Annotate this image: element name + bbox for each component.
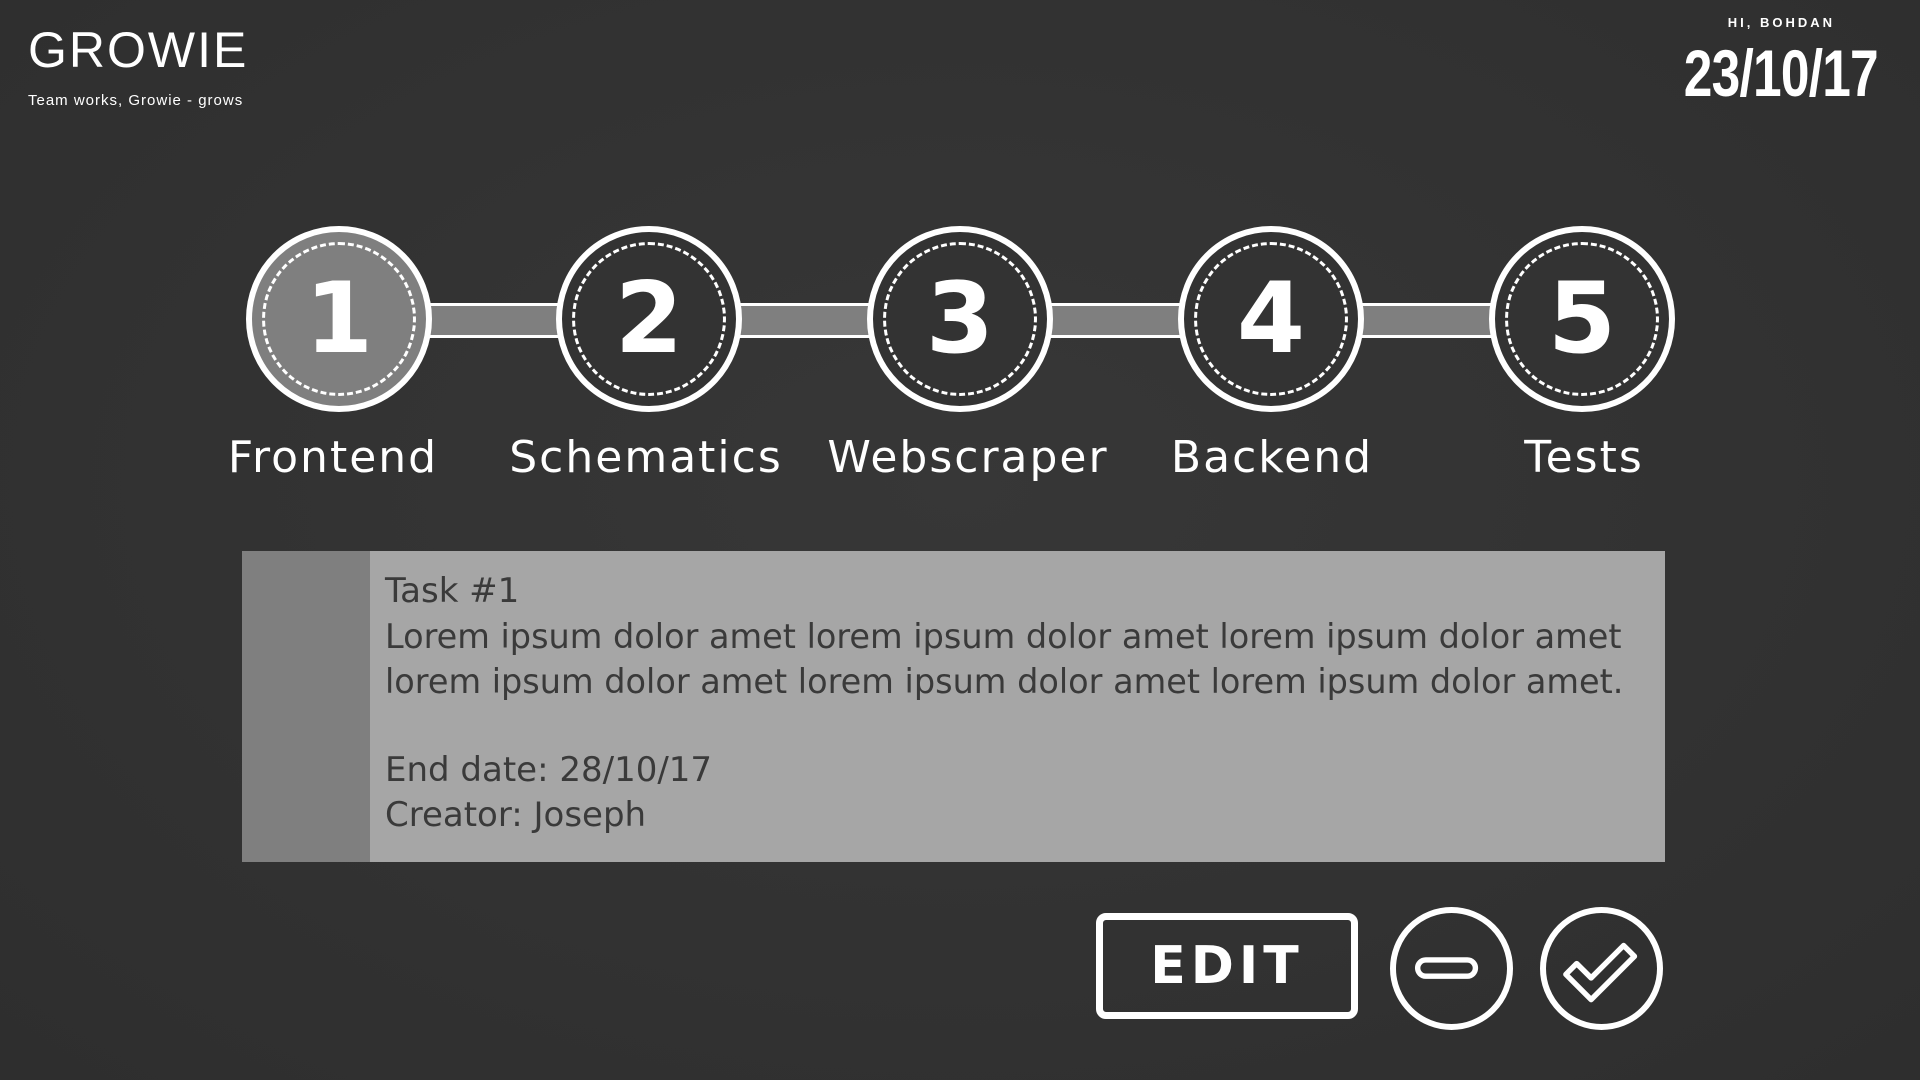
step-label-schematics[interactable]: Schematics [486,432,806,483]
complete-task-button[interactable] [1540,907,1663,1030]
step-label-frontend[interactable]: Frontend [173,432,493,483]
step-connector [428,303,564,338]
task-body: Task #1 Lorem ipsum dolor amet lorem ips… [370,551,1639,862]
step-label-tests[interactable]: Tests [1424,432,1744,483]
step-label-webscraper[interactable]: Webscraper [808,432,1128,483]
task-description-line: Lorem ipsum dolor amet lorem ipsum dolor… [385,617,1622,656]
step-number: 5 [1547,262,1617,376]
task-spacer [385,704,1623,748]
minus-icon [1414,957,1479,979]
step-5-tests[interactable]: 5 [1489,226,1675,412]
remove-task-button[interactable] [1390,907,1513,1030]
step-label-backend[interactable]: Backend [1112,432,1432,483]
task-end-date: End date: 28/10/17 [385,750,713,790]
task-title: Task #1 [385,571,520,611]
task-creator: Creator: Joseph [385,795,647,835]
step-1-frontend[interactable]: 1 [246,226,432,412]
step-number: 3 [925,262,995,376]
task-stepper: 1 2 3 4 5 Frontend Schematics Webscraper… [0,0,1920,500]
step-connector [1049,303,1185,338]
step-connector [738,303,874,338]
edit-button[interactable]: EDIT [1096,913,1358,1019]
task-card: Task #1 Lorem ipsum dolor amet lorem ips… [242,551,1665,862]
step-3-webscraper[interactable]: 3 [867,226,1053,412]
task-color-strip [242,551,370,862]
step-number: 1 [304,262,374,376]
step-number: 4 [1236,262,1306,376]
check-icon [1563,942,1638,1003]
step-4-backend[interactable]: 4 [1178,226,1364,412]
task-description-line: lorem ipsum dolor amet lorem ipsum dolor… [385,662,1624,701]
step-connector [1360,303,1496,338]
step-number: 2 [614,262,684,376]
step-2-schematics[interactable]: 2 [556,226,742,412]
